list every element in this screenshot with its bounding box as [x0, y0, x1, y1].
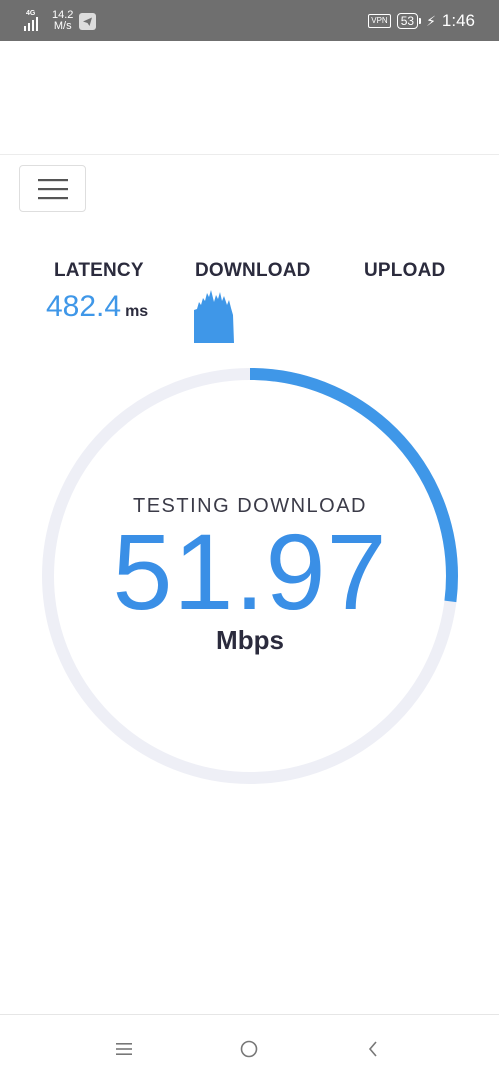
download-graph-icon [194, 290, 234, 343]
speed-unit: Mbps [216, 625, 284, 655]
latency-unit: ms [125, 303, 149, 320]
charging-icon: ⚡ [426, 12, 436, 29]
latency-label: LATENCY [54, 260, 144, 281]
menu-icon [116, 1043, 132, 1055]
back-button[interactable] [361, 1037, 385, 1061]
status-bar-right: VPN 53 ⚡ 1:46 [368, 9, 475, 33]
hamburger-icon [37, 178, 68, 199]
network-speed: 14.2 M/s [52, 10, 73, 32]
telegram-icon [79, 12, 97, 30]
battery-icon: 53 [396, 13, 422, 29]
vpn-icon: VPN [368, 14, 391, 28]
home-button[interactable] [237, 1037, 261, 1061]
status-bar-left: 4G 14.2 M/s [24, 9, 97, 33]
header-divider [0, 154, 499, 155]
gauge-readout: TESTING DOWNLOAD 51.97 Mbps [41, 367, 459, 785]
status-time: 1:46 [441, 11, 475, 30]
download-label: DOWNLOAD [195, 260, 311, 281]
back-icon [368, 1041, 377, 1057]
speed-value: 51.97 [112, 511, 388, 632]
recent-apps-button[interactable] [112, 1037, 136, 1061]
signal-icon: 4G [24, 10, 46, 31]
upload-label: UPLOAD [364, 260, 446, 281]
menu-button[interactable] [19, 165, 86, 212]
home-icon [240, 1040, 258, 1058]
navigation-bar [0, 1014, 499, 1081]
status-bar: 4G 14.2 M/s VPN 53 ⚡ 1:46 [0, 0, 499, 41]
latency-value-group: 482.4 ms [46, 290, 148, 324]
latency-value: 482.4 [46, 290, 122, 323]
network-speed-unit: M/s [53, 20, 72, 32]
